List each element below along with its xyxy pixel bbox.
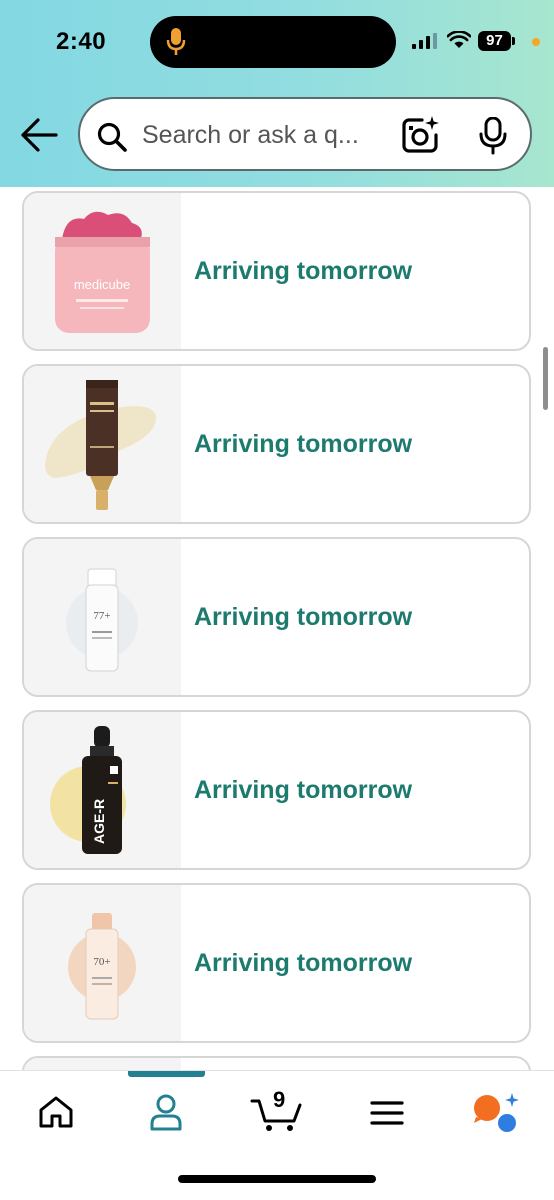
battery-level: 97 — [478, 31, 511, 51]
menu-icon[interactable] — [370, 1099, 404, 1127]
orders-list: medicube Arriving tomorrow Arriving tomo… — [0, 187, 554, 1070]
status-bar: 2:40 97 — [0, 0, 554, 84]
delivery-status: Arriving tomorrow — [194, 602, 413, 631]
product-thumbnail[interactable] — [24, 1058, 181, 1070]
cart-count-badge: 9 — [273, 1087, 286, 1112]
clear-toner-bottle-icon: 77+ — [66, 568, 138, 672]
order-card[interactable]: 70+ Arriving tomorrow — [22, 883, 531, 1043]
profile-icon[interactable] — [148, 1093, 184, 1131]
battery-tip — [512, 37, 515, 45]
delivery-status: Arriving tomorrow — [194, 429, 413, 458]
dynamic-island — [150, 16, 396, 68]
delivery-status: Arriving tomorrow — [194, 775, 413, 804]
svg-text:AGE-R: AGE-R — [91, 799, 107, 844]
order-card[interactable] — [22, 1056, 531, 1070]
product-thumbnail[interactable]: 77+ — [24, 539, 181, 695]
dropper-serum-bottle-icon: AGE-R — [50, 726, 126, 854]
active-tab-indicator — [128, 1071, 205, 1077]
scrollbar[interactable] — [543, 347, 548, 410]
product-thumbnail[interactable]: medicube — [24, 193, 181, 349]
order-card[interactable]: AGE-R Arriving tomorrow — [22, 710, 531, 870]
svg-text:70+: 70+ — [93, 956, 110, 968]
svg-text:77+: 77+ — [93, 610, 110, 622]
home-indicator — [178, 1175, 376, 1183]
home-icon[interactable] — [38, 1095, 74, 1129]
delivery-status: Arriving tomorrow — [194, 948, 413, 977]
rufus-assistant-icon[interactable] — [472, 1091, 520, 1135]
delivery-status: Arriving tomorrow — [194, 256, 413, 285]
search-bar[interactable] — [78, 97, 532, 171]
signal-icon — [412, 33, 437, 49]
header: 2:40 97 — [0, 0, 554, 187]
status-time: 2:40 — [56, 28, 107, 55]
microphone-indicator-icon — [166, 28, 186, 55]
product-thumbnail[interactable]: 70+ — [24, 885, 181, 1041]
microphone-icon[interactable] — [478, 117, 508, 155]
eye-cream-tube-icon — [45, 380, 157, 510]
order-card[interactable]: 77+ Arriving tomorrow — [22, 537, 531, 697]
back-arrow-icon[interactable] — [20, 117, 58, 153]
order-card[interactable]: medicube Arriving tomorrow — [22, 191, 531, 351]
search-input[interactable] — [142, 117, 378, 153]
product-thumbnail[interactable] — [24, 366, 181, 522]
bottom-nav: 9 — [0, 1070, 554, 1200]
peach-toner-bottle-icon: 70+ — [68, 913, 136, 1020]
search-icon — [97, 122, 127, 152]
pink-cream-jar-icon: medicube — [55, 211, 150, 333]
wifi-icon — [447, 31, 471, 48]
privacy-dot — [532, 38, 540, 46]
product-thumbnail[interactable]: AGE-R — [24, 712, 181, 868]
camera-search-icon[interactable] — [400, 115, 440, 155]
order-card[interactable]: Arriving tomorrow — [22, 364, 531, 524]
svg-text:medicube: medicube — [74, 277, 130, 292]
